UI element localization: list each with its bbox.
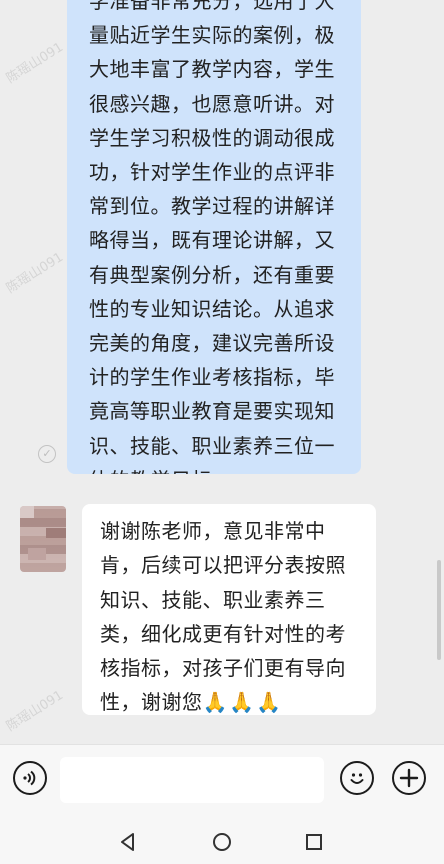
recent-square-icon[interactable]: [302, 830, 326, 854]
watermark: 陈瑶山091: [3, 249, 67, 297]
smiley-glyph: [350, 773, 364, 784]
message-input[interactable]: [60, 757, 324, 803]
received-message-bubble[interactable]: 谢谢陈老师，意见非常中肯，后续可以把评分表按照知识、技能、职业素养三类，细化成更…: [82, 504, 376, 715]
watermark: 陈瑶山091: [3, 687, 67, 735]
sent-message-text: 学准备非常充分，选用了大量贴近学生实际的案例，极大地丰富了教学内容，学生很感兴趣…: [89, 0, 335, 474]
check-icon: ✓: [38, 445, 56, 463]
plus-glyph: [399, 768, 419, 788]
input-bar: [0, 744, 444, 821]
system-nav-bar: [0, 820, 444, 864]
avatar[interactable]: [20, 506, 66, 572]
plus-icon[interactable]: [392, 761, 426, 795]
recent-glyph: [306, 834, 322, 850]
chat-area[interactable]: 陈瑶山091 陈瑶山091 陈瑶山091 学准备非常充分，选用了大量贴近学生实际…: [0, 0, 444, 744]
pray-emoji: 🙏🙏🙏: [202, 690, 284, 715]
home-circle-icon[interactable]: [210, 830, 234, 854]
received-message-body: 谢谢陈老师，意见非常中肯，后续可以把评分表按照知识、技能、职业素养三类，细化成更…: [100, 519, 346, 715]
watermark: 陈瑶山091: [3, 39, 67, 87]
sent-message-bubble[interactable]: 学准备非常充分，选用了大量贴近学生实际的案例，极大地丰富了教学内容，学生很感兴趣…: [67, 0, 361, 474]
back-glyph: [121, 833, 134, 851]
emoji-icon[interactable]: [340, 761, 374, 795]
home-glyph: [213, 833, 231, 851]
voice-icon[interactable]: [13, 761, 47, 795]
back-triangle-icon[interactable]: [116, 830, 140, 854]
received-message-text: 谢谢陈老师，意见非常中肯，后续可以把评分表按照知识、技能、职业素养三类，细化成更…: [100, 514, 366, 720]
voice-icon-glyph: [23, 770, 36, 786]
scrollbar[interactable]: [437, 560, 441, 660]
